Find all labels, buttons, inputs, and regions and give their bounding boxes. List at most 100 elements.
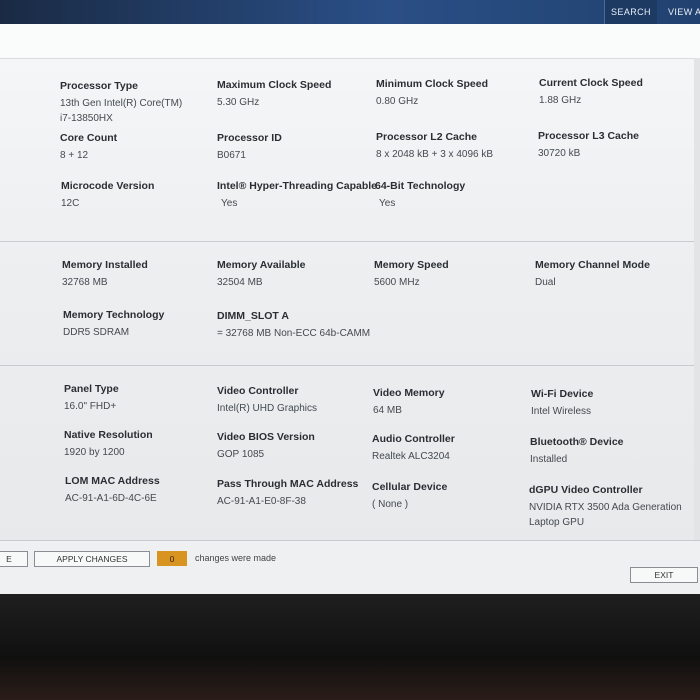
video-bios-label: Video BIOS Version — [217, 431, 315, 443]
current-clock-label: Current Clock Speed — [539, 77, 643, 89]
max-clock-label: Maximum Clock Speed — [217, 79, 332, 91]
min-clock-label: Minimum Clock Speed — [376, 78, 489, 90]
l2-cache-field: Processor L2 Cache 8 x 2048 kB + 3 x 409… — [376, 130, 526, 162]
changes-count-badge: 0 — [157, 551, 187, 566]
video-controller-field: Video Controller Intel(R) UHD Graphics — [217, 384, 367, 416]
video-controller-value: Intel(R) UHD Graphics — [217, 403, 318, 414]
left-action-button[interactable]: E — [0, 551, 28, 567]
dimm-slot-field: DIMM_SLOT A = 32768 MB Non-ECC 64b-CAMM — [217, 309, 387, 341]
native-resolution-field: Native Resolution 1920 by 1200 — [64, 428, 214, 460]
native-resolution-value: 1920 by 1200 — [64, 447, 125, 458]
microcode-value: 12C — [61, 198, 80, 209]
memory-available-field: Memory Available 32504 MB — [217, 258, 367, 290]
bluetooth-device-value: Installed — [530, 454, 568, 465]
processor-id-label: Processor ID — [217, 132, 282, 144]
apply-changes-button[interactable]: APPLY CHANGES — [34, 551, 150, 567]
max-clock-value: 5.30 GHz — [217, 97, 260, 108]
changes-status-text: changes were made — [195, 553, 277, 563]
microcode-field: Microcode Version 12C — [61, 179, 211, 211]
x64-value: Yes — [379, 198, 396, 209]
processor-type-field: Processor Type 13th Gen Intel(R) Core(TM… — [60, 79, 210, 126]
current-clock-value: 1.88 GHz — [539, 95, 582, 106]
panel-type-value: 16.0" FHD+ — [64, 401, 117, 412]
lom-mac-value: AC-91-A1-6D-4C-6E — [65, 493, 157, 504]
wifi-device-value: Intel Wireless — [531, 406, 592, 417]
dimm-slot-label: DIMM_SLOT A — [217, 310, 289, 322]
search-tab[interactable]: SEARCH — [604, 0, 657, 24]
dimm-slot-value: = 32768 MB Non-ECC 64b-CAMM — [217, 328, 371, 339]
memory-installed-field: Memory Installed 32768 MB — [62, 258, 212, 290]
cellular-device-value: ( None ) — [372, 499, 409, 510]
native-resolution-label: Native Resolution — [64, 429, 153, 441]
section-divider — [0, 241, 700, 242]
wifi-device-field: Wi-Fi Device Intel Wireless — [531, 387, 681, 419]
memory-speed-field: Memory Speed 5600 MHz — [374, 258, 524, 290]
hyperthreading-value: Yes — [221, 198, 238, 209]
l2-cache-value: 8 x 2048 kB + 3 x 4096 kB — [376, 149, 494, 160]
video-memory-value: 64 MB — [373, 405, 402, 416]
wifi-device-label: Wi-Fi Device — [531, 388, 594, 400]
audio-controller-value: Realtek ALC3204 — [372, 451, 450, 462]
processor-id-value: B0671 — [217, 150, 246, 161]
video-memory-field: Video Memory 64 MB — [373, 386, 523, 418]
dgpu-controller-field: dGPU Video Controller NVIDIA RTX 3500 Ad… — [529, 483, 689, 530]
min-clock-value: 0.80 GHz — [376, 96, 419, 107]
core-count-field: Core Count 8 + 12 — [60, 131, 210, 163]
pass-through-mac-value: AC-91-A1-E0-8F-38 — [217, 496, 306, 507]
pass-through-mac-label: Pass Through MAC Address — [217, 478, 359, 490]
core-count-label: Core Count — [60, 132, 118, 144]
action-bar: E APPLY CHANGES 0 changes were made EXIT — [0, 540, 700, 595]
lom-mac-label: LOM MAC Address — [65, 475, 160, 487]
panel-header-band — [0, 24, 700, 59]
processor-id-field: Processor ID B0671 — [217, 131, 367, 163]
memory-technology-field: Memory Technology DDR5 SDRAM — [63, 308, 213, 340]
panel-type-field: Panel Type 16.0" FHD+ — [64, 382, 214, 414]
min-clock-field: Minimum Clock Speed 0.80 GHz — [376, 77, 526, 109]
x64-label: 64-Bit Technology — [375, 180, 466, 192]
memory-speed-label: Memory Speed — [374, 259, 449, 271]
memory-available-label: Memory Available — [217, 259, 306, 271]
l3-cache-value: 30720 kB — [538, 148, 581, 159]
exit-button[interactable]: EXIT — [630, 567, 698, 583]
video-controller-label: Video Controller — [217, 385, 299, 397]
audio-controller-field: Audio Controller Realtek ALC3204 — [372, 432, 522, 464]
cellular-device-label: Cellular Device — [372, 481, 448, 493]
audio-controller-label: Audio Controller — [372, 433, 455, 445]
memory-channel-value: Dual — [535, 277, 556, 288]
memory-channel-label: Memory Channel Mode — [535, 259, 650, 271]
bluetooth-device-field: Bluetooth® Device Installed — [530, 435, 680, 467]
lom-mac-field: LOM MAC Address AC-91-A1-6D-4C-6E — [65, 474, 215, 506]
hyperthreading-label: Intel® Hyper-Threading Capable — [217, 180, 378, 192]
max-clock-field: Maximum Clock Speed 5.30 GHz — [217, 78, 367, 110]
l3-cache-label: Processor L3 Cache — [538, 130, 639, 142]
l3-cache-field: Processor L3 Cache 30720 kB — [538, 129, 688, 161]
memory-installed-value: 32768 MB — [62, 277, 108, 288]
laptop-bezel — [0, 594, 700, 700]
current-clock-field: Current Clock Speed 1.88 GHz — [539, 76, 689, 108]
hyperthreading-field: Intel® Hyper-Threading Capable Yes — [217, 179, 377, 211]
processor-type-label: Processor Type — [60, 80, 139, 92]
memory-technology-label: Memory Technology — [63, 309, 165, 321]
panel-type-label: Panel Type — [64, 383, 119, 395]
x64-field: 64-Bit Technology Yes — [375, 179, 525, 211]
memory-installed-label: Memory Installed — [62, 259, 148, 271]
scrollbar[interactable] — [694, 58, 700, 570]
memory-speed-value: 5600 MHz — [374, 277, 420, 288]
dgpu-controller-label: dGPU Video Controller — [529, 484, 643, 496]
processor-type-value: 13th Gen Intel(R) Core(TM) i7-13850HX — [60, 98, 183, 124]
section-divider — [0, 365, 700, 366]
video-memory-label: Video Memory — [373, 387, 445, 399]
system-information-panel: Processor Type 13th Gen Intel(R) Core(TM… — [0, 24, 700, 596]
view-all-tab[interactable]: VIEW A — [668, 0, 700, 24]
core-count-value: 8 + 12 — [60, 150, 89, 161]
memory-available-value: 32504 MB — [217, 277, 263, 288]
video-bios-value: GOP 1085 — [217, 449, 265, 460]
memory-channel-field: Memory Channel Mode Dual — [535, 258, 695, 290]
video-bios-field: Video BIOS Version GOP 1085 — [217, 430, 367, 462]
memory-technology-value: DDR5 SDRAM — [63, 327, 130, 338]
cellular-device-field: Cellular Device ( None ) — [372, 480, 522, 512]
dgpu-controller-value: NVIDIA RTX 3500 Ada Generation Laptop GP… — [529, 502, 682, 528]
microcode-label: Microcode Version — [61, 180, 155, 192]
l2-cache-label: Processor L2 Cache — [376, 131, 477, 143]
pass-through-mac-field: Pass Through MAC Address AC-91-A1-E0-8F-… — [217, 477, 372, 509]
